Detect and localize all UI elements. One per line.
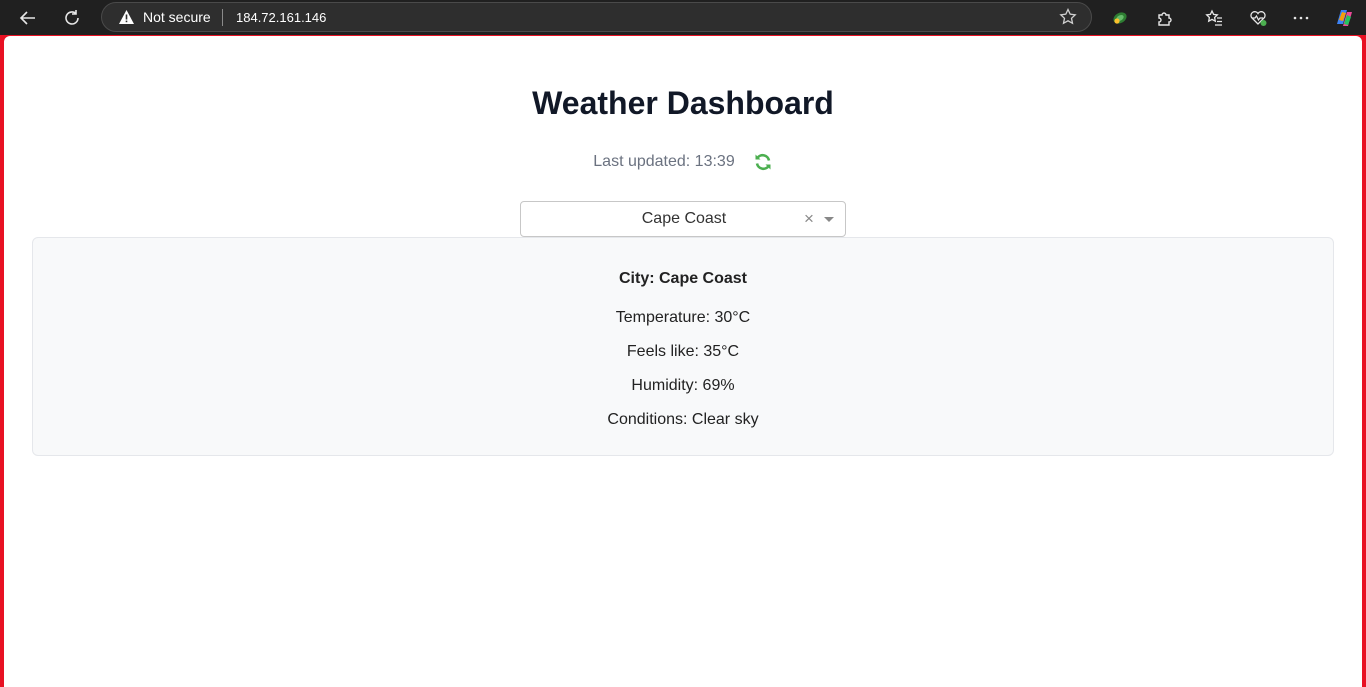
favorite-star-icon[interactable]	[1059, 8, 1077, 26]
health-icon	[1250, 11, 1267, 26]
weather-feels-like: Feels like: 35°C	[626, 343, 740, 360]
more-icon	[1293, 16, 1309, 20]
refresh-icon[interactable]	[753, 152, 773, 172]
copilot-button[interactable]	[1330, 4, 1358, 32]
clear-icon[interactable]: ×	[804, 209, 814, 229]
favorites-button[interactable]	[1200, 4, 1228, 32]
back-button[interactable]	[14, 4, 42, 32]
copilot-icon	[1337, 10, 1352, 26]
chevron-down-icon[interactable]	[824, 217, 834, 222]
weather-conditions: Conditions: Clear sky	[607, 411, 759, 428]
reload-icon	[65, 10, 79, 25]
extension-icon	[1113, 12, 1127, 24]
more-button[interactable]	[1287, 4, 1315, 32]
last-updated-row: Last updated: 13:39	[4, 152, 1362, 172]
security-label[interactable]: Not secure	[143, 9, 211, 25]
page-content: Weather Dashboard Last updated: 13:39 Ca…	[4, 36, 1362, 687]
page-title: Weather Dashboard	[532, 85, 834, 121]
weather-humidity: Humidity: 69%	[631, 377, 735, 394]
weather-card: City: Cape Coast Temperature: 30°C Feels…	[32, 237, 1334, 456]
puzzle-icon	[1158, 12, 1172, 26]
last-updated-text: Last updated: 13:39	[593, 153, 735, 170]
city-select-value: Cape Coast	[641, 210, 727, 227]
weather-temperature: Temperature: 30°C	[615, 309, 751, 326]
back-icon	[19, 11, 35, 25]
warning-icon	[119, 10, 134, 24]
weather-city: City: Cape Coast	[618, 270, 748, 287]
address-bar[interactable]: Not secure 184.72.161.146	[101, 2, 1092, 32]
extension-button[interactable]	[1106, 4, 1134, 32]
health-button[interactable]	[1244, 4, 1272, 32]
city-select[interactable]: Cape Coast ×	[520, 201, 846, 237]
url-text[interactable]: 184.72.161.146	[236, 10, 326, 25]
reload-button[interactable]	[58, 4, 86, 32]
browser-toolbar: Not secure 184.72.161.146	[0, 0, 1366, 35]
favorites-icon	[1205, 9, 1222, 26]
extensions-button[interactable]	[1151, 4, 1179, 32]
address-divider	[222, 9, 223, 26]
